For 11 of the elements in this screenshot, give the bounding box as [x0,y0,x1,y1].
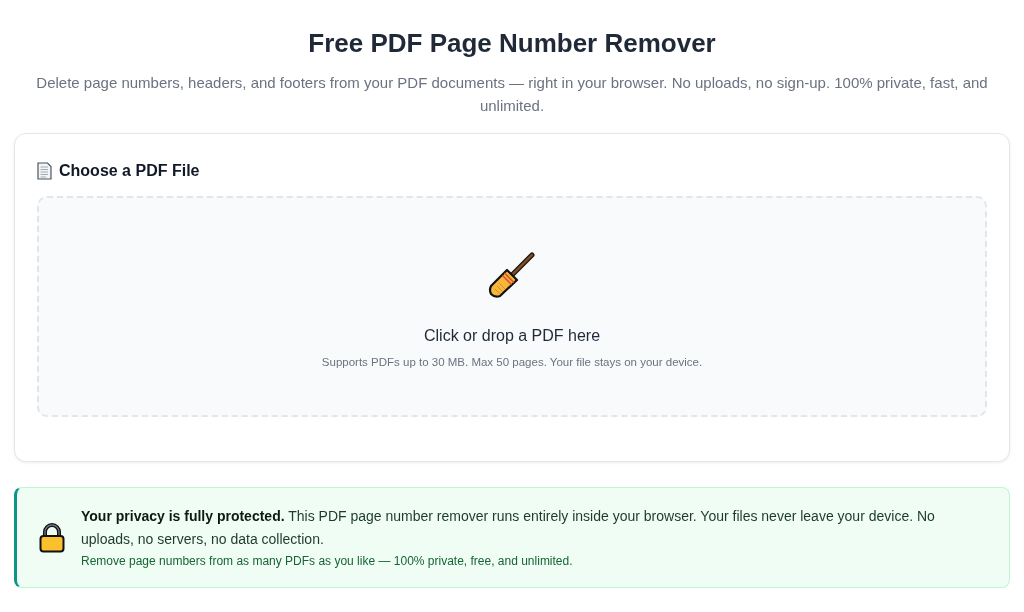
card-title: Choose a PDF File [59,161,200,181]
privacy-message: Your privacy is fully protected. This PDF page number remover runs entirely inside your browser. Your files never leave your device. No uploads, no servers, no data collection. [81,507,936,549]
lock-icon [39,522,65,553]
page-title: Free PDF Page Number Remover [308,27,716,60]
drop-hint: Supports PDFs up to 30 MB. Max 50 pages. Your file stays on your device. [321,355,703,370]
drop-prompt: Click or drop a PDF here [423,326,601,346]
broom-icon [487,250,537,300]
privacy-note: Remove page numbers from as many PDFs as you like — 100% private, free, and unlimited. [81,553,574,570]
file-drop-zone[interactable]: Click or drop a PDF here Supports PDFs up to 30 MB. Max 50 pages. Your file stays on your device. [37,196,987,417]
page-subtitle: Delete page numbers, headers, and footers from your PDF documents — right in your browser. No uploads, no sign-up. 100% private, fast, and unlimited. [35,73,989,116]
document-icon [37,162,52,180]
